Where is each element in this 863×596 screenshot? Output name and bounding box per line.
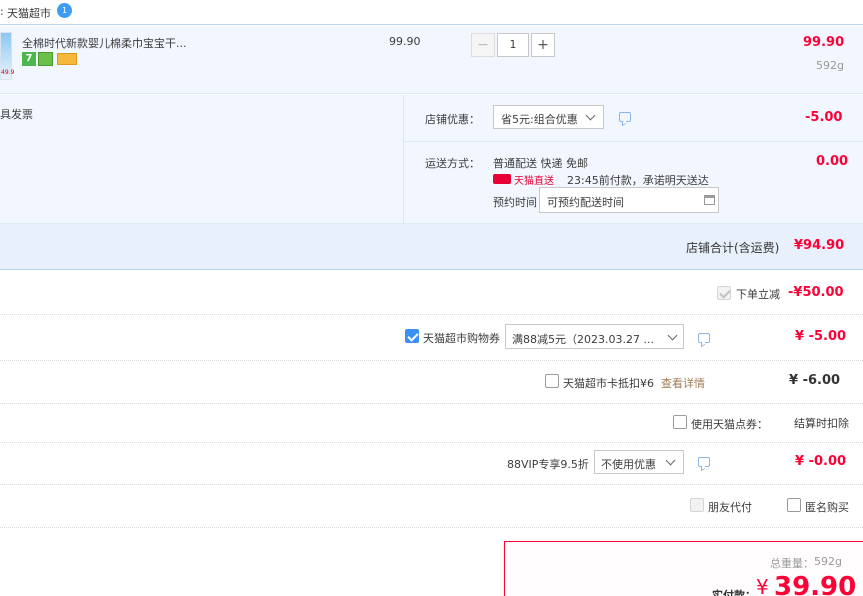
quantity-plus-button[interactable]: + xyxy=(531,33,555,57)
coupon-checkbox[interactable] xyxy=(405,329,419,343)
total-weight: 592g xyxy=(814,555,842,568)
pay-label: 实付款： xyxy=(712,589,756,596)
points-label: 使用天猫点券： xyxy=(691,418,768,431)
order-discount-label: 下单立减 xyxy=(736,288,780,301)
chevron-down-icon xyxy=(665,455,676,466)
anonymous-checkbox[interactable] xyxy=(787,498,801,512)
vip-label: 88VIP专享9.5折 xyxy=(507,458,589,471)
appointment-time-input[interactable]: 可预约配送时间 xyxy=(539,187,719,213)
unit-price: 99.90 xyxy=(389,35,421,48)
vip-amount: ¥ -0.00 xyxy=(795,454,847,469)
shop-prefix: : xyxy=(0,5,4,18)
vip-select[interactable]: 不使用优惠 xyxy=(594,450,684,474)
anonymous-label: 匿名购买 xyxy=(805,501,849,514)
shop-options: 具发票 店铺优惠： 省5元:组合优惠 -5.00 运送方式： 普通配送 快递 免… xyxy=(0,95,863,223)
thumb-price: 49.9 xyxy=(1,69,15,76)
divider xyxy=(0,314,863,315)
vip-value: 不使用优惠 xyxy=(601,458,656,471)
message-icon[interactable] xyxy=(619,112,631,122)
tmall-express-icon xyxy=(493,174,511,184)
order-discount-checkbox xyxy=(717,286,731,300)
appointment-time-value: 可预约配送时间 xyxy=(547,196,624,209)
store-discount-value: 省5元:组合优惠 xyxy=(501,113,578,126)
shop-name[interactable]: 天猫超市 xyxy=(7,5,51,21)
seven-day-return-icon: 7 xyxy=(22,52,36,66)
item-row: 49.9 全棉时代新款婴儿棉柔巾宝宝干... 7 99.90 − 1 + 99.… xyxy=(0,26,863,94)
invoice-label: 具发票 xyxy=(0,108,33,121)
row-divider xyxy=(404,141,863,142)
shipping-method: 普通配送 快递 免邮 xyxy=(493,157,588,170)
tmall-express-brand: 天猫直送 xyxy=(514,176,554,187)
column-divider xyxy=(403,95,404,223)
quantity-minus-button[interactable]: − xyxy=(471,33,495,57)
card-badge-icon xyxy=(57,53,77,65)
currency-symbol: ¥ xyxy=(756,575,769,596)
store-discount-select[interactable]: 省5元:组合优惠 xyxy=(493,105,604,129)
quantity-input[interactable]: 1 xyxy=(497,33,529,57)
product-title[interactable]: 全棉时代新款婴儿棉柔巾宝宝干... xyxy=(22,35,187,51)
card-checkbox[interactable] xyxy=(545,374,559,388)
pay-total: 39.90 xyxy=(774,572,857,596)
message-icon[interactable] xyxy=(698,333,710,343)
payment-summary: 总重量： 592g 实付款： ¥ 39.90 xyxy=(504,541,863,596)
total-weight-label: 总重量： xyxy=(770,557,814,570)
divider xyxy=(0,527,863,528)
points-note: 结算时扣除 xyxy=(794,417,849,430)
coupon-amount: ¥ -5.00 xyxy=(795,329,847,344)
chevron-down-icon xyxy=(585,110,596,121)
coupon-label: 天猫超市购物券 xyxy=(423,332,500,345)
order-discount-amount: -¥50.00 xyxy=(788,285,844,300)
calendar-icon[interactable] xyxy=(704,195,715,205)
shipping-amount: 0.00 xyxy=(816,154,849,169)
item-subtotal: 99.90 xyxy=(803,35,845,50)
store-discount-amount: -5.00 xyxy=(805,110,843,125)
shop-header: : 天猫超市 1 xyxy=(0,0,863,25)
item-weight: 592g xyxy=(816,59,844,72)
delivery-promise: 23:45前付款，承诺明天送达 xyxy=(567,174,709,187)
card-details-link[interactable]: 查看详情 xyxy=(661,375,705,391)
service-badge-icon xyxy=(38,52,53,66)
divider xyxy=(0,442,863,443)
message-icon[interactable] xyxy=(698,457,710,467)
divider xyxy=(0,484,863,485)
shop-total-amount: ¥94.90 xyxy=(794,238,845,253)
card-amount: ¥ -6.00 xyxy=(789,373,841,388)
chevron-down-icon xyxy=(667,330,678,341)
divider xyxy=(0,403,863,404)
card-label: 天猫超市卡抵扣¥6 xyxy=(563,377,654,390)
shipping-label: 运送方式： xyxy=(425,157,480,170)
shop-total-row: 店铺合计(含运费) ¥94.90 xyxy=(0,223,863,270)
store-discount-label: 店铺优惠： xyxy=(425,113,480,126)
product-thumbnail[interactable]: 49.9 xyxy=(0,32,15,80)
friend-pay-label: 朋友代付 xyxy=(708,501,752,514)
chat-bubble-icon[interactable]: 1 xyxy=(57,3,72,18)
shop-total-label: 店铺合计(含运费) xyxy=(686,241,780,255)
points-checkbox[interactable] xyxy=(673,415,687,429)
appointment-label: 预约时间 xyxy=(493,196,537,209)
divider xyxy=(0,360,863,361)
coupon-select[interactable]: 满88减5元（2023.03.27 ... xyxy=(505,324,684,349)
coupon-value: 满88减5元（2023.03.27 ... xyxy=(512,333,654,346)
friend-pay-checkbox xyxy=(690,498,704,512)
